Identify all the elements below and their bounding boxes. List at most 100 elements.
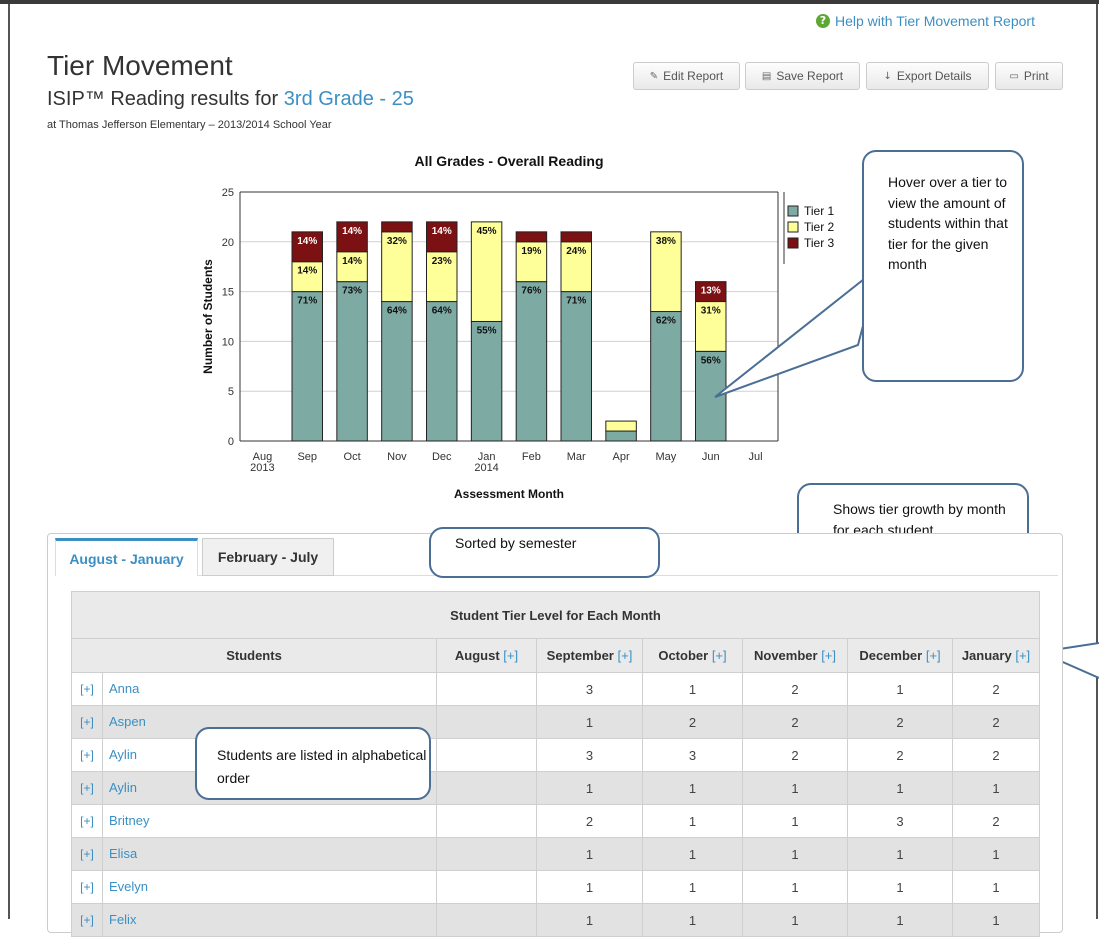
expand-student-link[interactable]: [+] [72, 706, 103, 738]
tier-level-cell: 1 [742, 903, 848, 937]
grade-link[interactable]: 3rd Grade - 25 [284, 88, 414, 110]
table-caption: Student Tier Level for Each Month [71, 591, 1040, 639]
expand-month-link[interactable]: [+] [926, 648, 941, 663]
expand-student-link[interactable]: [+] [72, 838, 103, 870]
alphabetical-callout: Students are listed in alphabetical orde… [195, 727, 431, 800]
download-arrow-icon: ↓ [883, 70, 892, 82]
student-name-link[interactable]: Aylin [103, 747, 137, 762]
help-link[interactable]: ? Help with Tier Movement Report [816, 13, 1035, 29]
student-name-link[interactable]: Evelyn [103, 879, 148, 894]
tier-level-cell: 1 [952, 837, 1040, 871]
tier-level-cell: 1 [642, 870, 743, 904]
expand-student-link[interactable]: [+] [72, 772, 103, 804]
x-axis-label: Assessment Month [454, 487, 564, 501]
tier-level-cell [436, 903, 537, 937]
student-name-link[interactable]: Elisa [103, 846, 137, 861]
tier-level-cell: 1 [847, 771, 953, 805]
tab-february-july[interactable]: February - July [202, 538, 334, 576]
student-name-link[interactable]: Felix [103, 912, 136, 927]
bar-segment [470, 320, 503, 442]
tier-level-cell: 1 [742, 870, 848, 904]
x-tick-label: Oct [344, 451, 361, 463]
expand-month-link[interactable]: [+] [712, 648, 727, 663]
tier-movement-chart[interactable]: 0 5 10 15 20 25 All Grades - Overall Reading As… [190, 150, 870, 510]
x-tick-label: Jul [749, 451, 763, 463]
edit-report-button[interactable]: ✎ Edit Report [633, 62, 740, 90]
tier-level-cell: 1 [847, 903, 953, 937]
y-tick-label: 25 [222, 187, 234, 199]
data-label: 14% [342, 226, 362, 237]
x-tick-label: Jun [702, 451, 720, 463]
expand-student-link[interactable]: [+] [72, 739, 103, 771]
student-name-cell: [+] Anna [71, 672, 437, 706]
tier-level-cell: 2 [642, 705, 743, 739]
data-label: 31% [701, 306, 721, 317]
tier-level-cell: 3 [536, 672, 643, 706]
tier-level-cell: 1 [952, 771, 1040, 805]
save-report-label: Save Report [776, 69, 844, 83]
tier-level-cell: 2 [742, 672, 848, 706]
tier-level-cell: 2 [952, 738, 1040, 772]
print-label: Print [1023, 69, 1049, 83]
data-label: 76% [521, 286, 541, 297]
tier-level-cell: 1 [847, 672, 953, 706]
expand-student-link[interactable]: [+] [72, 904, 103, 936]
student-name-link[interactable]: Anna [103, 681, 139, 696]
tier-level-cell: 2 [847, 738, 953, 772]
expand-student-link[interactable]: [+] [72, 805, 103, 837]
bar-segment [560, 291, 592, 442]
expand-month-link[interactable]: [+] [618, 648, 633, 663]
student-name-link[interactable]: Britney [103, 813, 149, 828]
students-column-header: Students [71, 638, 437, 673]
y-tick-label: 15 [222, 287, 234, 299]
tier-level-cell [436, 804, 537, 838]
student-name-link[interactable]: Aylin [103, 780, 137, 795]
tier-level-cell: 2 [952, 804, 1040, 838]
tier-level-cell: 1 [642, 672, 743, 706]
help-link-text: Help with Tier Movement Report [835, 13, 1035, 29]
month-column-header: August [+] [436, 638, 537, 673]
bar-segment [560, 231, 592, 243]
x-tick-label: Apr [613, 451, 630, 463]
chart-title: All Grades - Overall Reading [414, 153, 603, 169]
bar-segment [336, 281, 368, 442]
data-label: 14% [297, 236, 317, 247]
legend-label: Tier 1 [804, 204, 835, 218]
tier-level-cell: 1 [952, 903, 1040, 937]
bar-segment [381, 221, 413, 233]
window-right-border [1096, 4, 1098, 919]
tier-level-cell [436, 738, 537, 772]
save-report-button[interactable]: ▤ Save Report [745, 62, 860, 90]
page-title: Tier Movement [47, 50, 233, 81]
x-tick-label: Dec [432, 451, 452, 463]
expand-student-link[interactable]: [+] [72, 871, 103, 903]
bar-segment [605, 430, 637, 442]
bar-segment [650, 311, 682, 442]
tier-level-cell: 1 [742, 804, 848, 838]
save-icon: ▤ [761, 70, 772, 82]
edit-report-label: Edit Report [663, 69, 724, 83]
legend-swatch [787, 205, 799, 217]
x-tick-label: Nov [387, 451, 407, 463]
expand-month-link[interactable]: [+] [821, 648, 836, 663]
tier-level-cell: 2 [847, 705, 953, 739]
x-tick-label: May [656, 451, 677, 463]
x-tick-label: 2013 [250, 462, 274, 474]
student-name-link[interactable]: Aspen [103, 714, 146, 729]
tier-level-cell [436, 705, 537, 739]
print-button[interactable]: ▭ Print [995, 62, 1063, 90]
table-row: [+] Elisa 1 1 1 1 1 [71, 837, 1040, 871]
export-details-button[interactable]: ↓ Export Details [866, 62, 989, 90]
tier-level-cell [436, 771, 537, 805]
tier-level-cell: 1 [536, 771, 643, 805]
tier-level-cell: 2 [952, 705, 1040, 739]
data-label: 14% [297, 266, 317, 277]
expand-student-link[interactable]: [+] [72, 673, 103, 705]
data-label: 24% [566, 246, 586, 257]
tab-august-january[interactable]: August - January [55, 538, 198, 576]
x-tick-label: Sep [297, 451, 317, 463]
expand-month-link[interactable]: [+] [503, 648, 518, 663]
tier-level-cell: 1 [742, 771, 848, 805]
expand-month-link[interactable]: [+] [1015, 648, 1030, 663]
tier-level-cell: 2 [952, 672, 1040, 706]
